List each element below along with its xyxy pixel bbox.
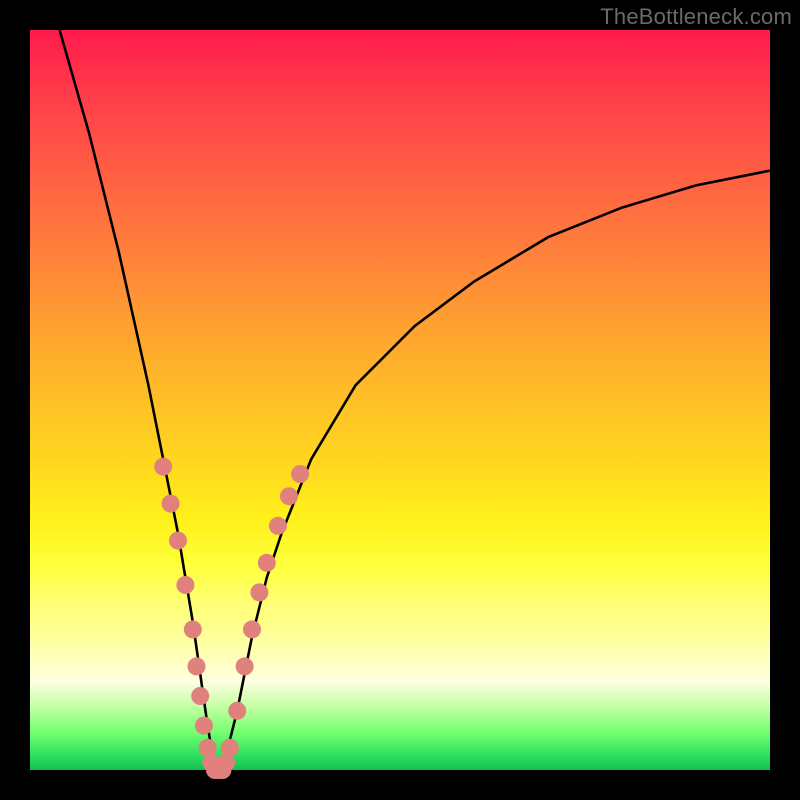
- marker-dot: [250, 583, 268, 601]
- marker-dot: [188, 657, 206, 675]
- watermark-label: TheBottleneck.com: [600, 4, 792, 30]
- marker-dot: [269, 517, 287, 535]
- marker-dot: [191, 687, 209, 705]
- marker-dot: [169, 532, 187, 550]
- marker-dot: [176, 576, 194, 594]
- marker-dot: [195, 717, 213, 735]
- marker-dot: [243, 620, 261, 638]
- chart-frame: TheBottleneck.com: [0, 0, 800, 800]
- marker-dot: [162, 495, 180, 513]
- bottleneck-curve: [60, 30, 770, 770]
- marker-dot: [291, 465, 309, 483]
- marker-dot: [280, 487, 298, 505]
- curve-layer: [30, 30, 770, 770]
- marker-dot: [221, 739, 239, 757]
- marker-dot: [236, 657, 254, 675]
- marker-dot: [154, 458, 172, 476]
- plot-area: [30, 30, 770, 770]
- marker-dot: [228, 702, 246, 720]
- marker-dot: [184, 620, 202, 638]
- marker-dot: [258, 554, 276, 572]
